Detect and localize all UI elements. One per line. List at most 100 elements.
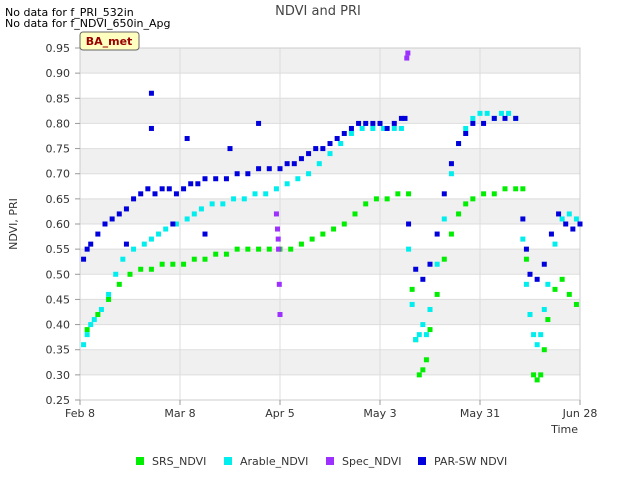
point-par-sw-ndvi: [166, 186, 172, 192]
point-par-sw-ndvi: [256, 166, 262, 172]
point-srs-ndvi: [288, 246, 294, 252]
point-arable-ndvi: [91, 317, 97, 323]
x-tick-label: May 3: [363, 407, 396, 420]
point-par-sw-ndvi: [523, 246, 529, 252]
site-badge: BA_met: [79, 31, 140, 51]
y-tick-label: 0.50: [46, 268, 71, 281]
x-tick-label: Apr 5: [265, 407, 295, 420]
point-par-sw-ndvi: [102, 221, 108, 227]
point-par-sw-ndvi: [348, 125, 354, 131]
point-spec-ndvi: [404, 55, 410, 61]
point-par-sw-ndvi: [245, 171, 251, 177]
point-spec-ndvi: [405, 50, 411, 56]
point-srs-ndvi: [545, 317, 551, 323]
point-srs-ndvi: [148, 266, 154, 272]
point-par-sw-ndvi: [334, 136, 340, 142]
point-srs-ndvi: [409, 286, 415, 292]
point-arable-ndvi: [527, 312, 533, 318]
point-srs-ndvi: [573, 301, 579, 307]
point-par-sw-ndvi: [520, 216, 526, 222]
point-arable-ndvi: [413, 337, 419, 343]
point-arable-ndvi: [398, 125, 404, 131]
point-srs-ndvi: [384, 196, 390, 202]
legend-swatch-arable-ndvi: [224, 457, 232, 465]
point-par-sw-ndvi: [95, 231, 101, 237]
point-srs-ndvi: [423, 357, 429, 363]
point-arable-ndvi: [531, 332, 537, 338]
legend-label-srs-ndvi: SRS_NDVI: [152, 455, 206, 468]
point-srs-ndvi: [566, 291, 572, 297]
point-arable-ndvi: [338, 141, 344, 147]
y-tick-label: 0.60: [46, 218, 71, 231]
point-par-sw-ndvi: [441, 191, 447, 197]
point-par-sw-ndvi: [116, 211, 122, 217]
point-par-sw-ndvi: [148, 90, 154, 96]
point-par-sw-ndvi: [145, 186, 151, 192]
point-srs-ndvi: [441, 256, 447, 262]
grid-band: [80, 198, 580, 224]
point-arable-ndvi: [106, 291, 112, 297]
point-par-sw-ndvi: [577, 221, 583, 227]
point-arable-ndvi: [327, 151, 333, 157]
point-par-sw-ndvi: [313, 146, 319, 152]
point-arable-ndvi: [370, 125, 376, 131]
point-par-sw-ndvi: [570, 226, 576, 232]
point-arable-ndvi: [141, 241, 147, 247]
point-par-sw-ndvi: [202, 231, 208, 237]
point-par-sw-ndvi: [456, 141, 462, 147]
point-par-sw-ndvi: [284, 161, 290, 167]
point-par-sw-ndvi: [170, 221, 176, 227]
point-arable-ndvi: [434, 261, 440, 267]
legend-label-spec-ndvi: Spec_NDVI: [342, 455, 402, 468]
point-srs-ndvi: [481, 191, 487, 197]
y-tick-label: 0.55: [46, 243, 71, 256]
point-arable-ndvi: [523, 281, 529, 287]
point-srs-ndvi: [245, 246, 251, 252]
point-par-sw-ndvi: [234, 171, 240, 177]
point-spec-ndvi: [275, 236, 281, 242]
point-par-sw-ndvi: [356, 120, 362, 126]
y-tick-label: 0.25: [46, 394, 71, 407]
point-srs-ndvi: [523, 256, 529, 262]
point-arable-ndvi: [484, 110, 490, 116]
point-arable-ndvi: [316, 161, 322, 167]
point-srs-ndvi: [513, 186, 519, 192]
point-srs-ndvi: [309, 236, 315, 242]
point-par-sw-ndvi: [202, 176, 208, 182]
point-srs-ndvi: [320, 231, 326, 237]
point-arable-ndvi: [498, 110, 504, 116]
y-tick-label: 0.85: [46, 92, 71, 105]
point-par-sw-ndvi: [277, 166, 283, 172]
point-par-sw-ndvi: [298, 156, 304, 162]
point-srs-ndvi: [331, 226, 337, 232]
point-arable-ndvi: [427, 306, 433, 312]
point-arable-ndvi: [306, 171, 312, 177]
point-par-sw-ndvi: [184, 136, 190, 142]
point-par-sw-ndvi: [181, 186, 187, 192]
point-par-sw-ndvi: [327, 141, 333, 147]
point-arable-ndvi: [477, 110, 483, 116]
point-srs-ndvi: [463, 201, 469, 207]
point-srs-ndvi: [170, 261, 176, 267]
point-par-sw-ndvi: [188, 181, 194, 187]
point-par-sw-ndvi: [502, 115, 508, 121]
point-par-sw-ndvi: [384, 125, 390, 131]
point-par-sw-ndvi: [81, 256, 87, 262]
point-par-sw-ndvi: [123, 206, 129, 212]
point-arable-ndvi: [416, 332, 422, 338]
point-srs-ndvi: [191, 256, 197, 262]
point-par-sw-ndvi: [306, 151, 312, 157]
point-srs-ndvi: [363, 201, 369, 207]
point-par-sw-ndvi: [341, 130, 347, 136]
point-srs-ndvi: [541, 347, 547, 353]
y-tick-label: 0.30: [46, 369, 71, 382]
point-par-sw-ndvi: [427, 261, 433, 267]
point-arable-ndvi: [534, 342, 540, 348]
legend-label-par-sw-ndvi: PAR-SW NDVI: [434, 455, 507, 468]
point-par-sw-ndvi: [291, 161, 297, 167]
point-par-sw-ndvi: [195, 181, 201, 187]
point-par-sw-ndvi: [420, 276, 426, 282]
point-par-sw-ndvi: [463, 130, 469, 136]
point-par-sw-ndvi: [370, 120, 376, 126]
point-arable-ndvi: [566, 211, 572, 217]
